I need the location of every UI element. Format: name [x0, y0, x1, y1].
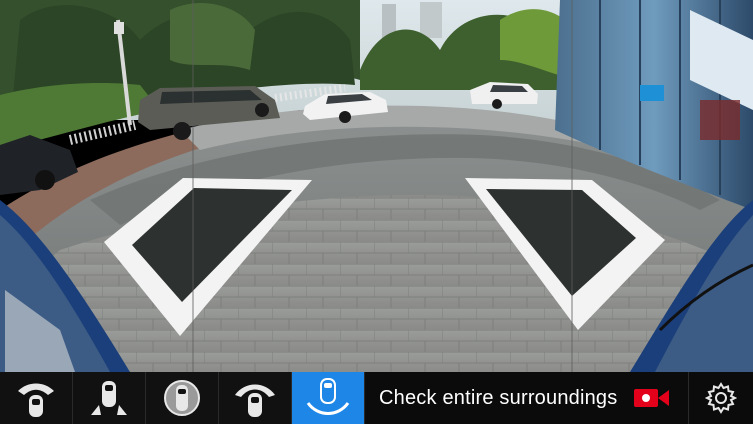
camera-feed — [0, 0, 753, 372]
car-360-view-icon — [164, 380, 200, 416]
camera-image — [0, 0, 753, 372]
car-front-wide-view-icon — [235, 384, 275, 417]
video-record-icon[interactable] — [633, 386, 671, 410]
car-rear-wide-view-icon — [306, 378, 350, 415]
view-mode-360-button[interactable] — [146, 372, 219, 424]
view-mode-rear-wheels-button[interactable] — [73, 372, 146, 424]
status-message: Check entire surroundings — [379, 386, 618, 409]
surround-view-screen: Check entire surroundings — [0, 0, 753, 424]
view-mode-rear-wide-button[interactable] — [292, 372, 365, 424]
car-rear-wheels-icon — [91, 381, 127, 415]
status-area: Check entire surroundings — [365, 372, 688, 424]
car-front-view-icon — [18, 383, 54, 417]
view-mode-front-button[interactable] — [0, 372, 73, 424]
settings-button[interactable] — [688, 372, 753, 424]
bottom-toolbar: Check entire surroundings — [0, 372, 753, 424]
gear-icon — [705, 382, 737, 414]
view-mode-front-wide-button[interactable] — [219, 372, 292, 424]
